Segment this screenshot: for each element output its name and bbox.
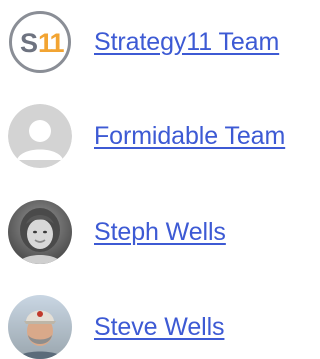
default-user-icon [8,104,72,168]
svg-text:S: S [20,28,38,58]
woman-portrait-icon [8,200,72,264]
author-row-steph: Steph Wells [8,200,226,264]
man-with-cap-portrait-icon [8,295,72,359]
author-row-strategy11: S 11 Strategy11 Team [8,10,279,74]
author-row-formidable: Formidable Team [8,104,285,168]
author-list: S 11 Strategy11 Team Formidable Team Ste… [0,0,304,359]
man-with-cap-photo-avatar[interactable] [8,295,72,359]
author-row-steve: Steve Wells [8,295,225,359]
author-link-strategy11[interactable]: Strategy11 Team [94,28,279,57]
s11-logo-icon: S 11 [9,11,71,73]
author-link-steph[interactable]: Steph Wells [94,218,226,247]
svg-text:11: 11 [38,28,65,58]
woman-photo-avatar[interactable] [8,200,72,264]
default-user-avatar[interactable] [8,104,72,168]
author-link-steve[interactable]: Steve Wells [94,313,225,342]
s11-logo-avatar[interactable]: S 11 [8,10,72,74]
author-link-formidable[interactable]: Formidable Team [94,122,285,151]
